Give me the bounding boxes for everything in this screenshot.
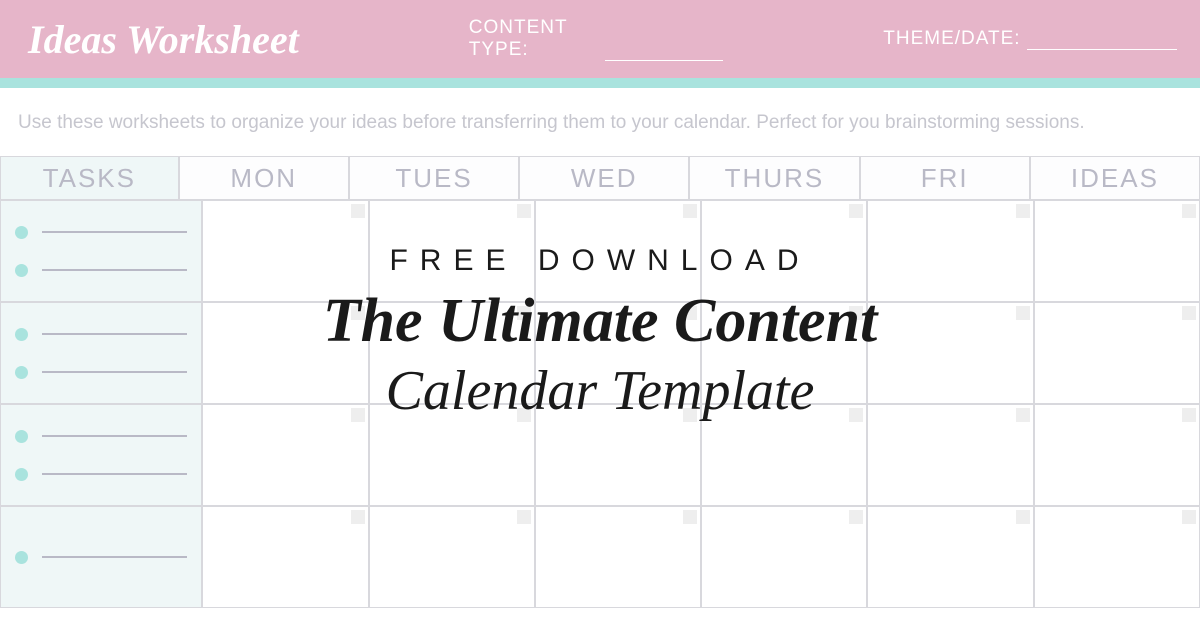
calendar-grid: TASKS MON TUES WED THURS FRI IDEAS xyxy=(0,156,1200,608)
body-row-3 xyxy=(0,404,1200,506)
worksheet-title: Ideas Worksheet xyxy=(28,16,299,63)
task-blank xyxy=(42,473,187,475)
day-cell xyxy=(535,302,701,404)
day-cell xyxy=(867,302,1033,404)
day-cell xyxy=(1034,506,1200,608)
corner-marker xyxy=(1182,306,1196,320)
body-row-1 xyxy=(0,200,1200,302)
corner-marker xyxy=(1016,510,1030,524)
body-row-2 xyxy=(0,302,1200,404)
day-cell xyxy=(202,302,368,404)
corner-marker xyxy=(683,204,697,218)
content-type-field: CONTENT TYPE: xyxy=(469,17,723,61)
task-blank xyxy=(42,269,187,271)
task-blank xyxy=(42,435,187,437)
day-cell xyxy=(867,200,1033,302)
col-tasks: TASKS xyxy=(0,156,179,200)
day-cell xyxy=(867,506,1033,608)
bullet-icon xyxy=(15,366,28,379)
task-line xyxy=(15,430,187,443)
task-blank xyxy=(42,231,187,233)
task-blank xyxy=(42,333,187,335)
day-cell xyxy=(701,200,867,302)
bullet-icon xyxy=(15,328,28,341)
col-tues: TUES xyxy=(349,156,519,200)
theme-date-blank xyxy=(1027,36,1177,50)
corner-marker xyxy=(1016,408,1030,422)
tasks-cell xyxy=(0,302,202,404)
corner-marker xyxy=(517,306,531,320)
task-line xyxy=(15,551,187,564)
content-type-blank xyxy=(605,47,724,61)
bullet-icon xyxy=(15,468,28,481)
header-row: TASKS MON TUES WED THURS FRI IDEAS xyxy=(0,156,1200,200)
instructions-text: Use these worksheets to organize your id… xyxy=(0,88,1200,154)
day-cell xyxy=(202,404,368,506)
body-row-4 xyxy=(0,506,1200,608)
col-ideas: IDEAS xyxy=(1030,156,1200,200)
content-type-label: CONTENT TYPE: xyxy=(469,17,599,61)
corner-marker xyxy=(1182,408,1196,422)
corner-marker xyxy=(1182,510,1196,524)
day-cell xyxy=(701,404,867,506)
tasks-cell xyxy=(0,404,202,506)
task-line xyxy=(15,366,187,379)
corner-marker xyxy=(849,204,863,218)
task-line xyxy=(15,328,187,341)
bullet-icon xyxy=(15,226,28,239)
corner-marker xyxy=(1016,204,1030,218)
col-wed: WED xyxy=(519,156,689,200)
day-cell xyxy=(369,200,535,302)
tasks-cell xyxy=(0,506,202,608)
day-cell xyxy=(369,506,535,608)
theme-date-label: THEME/DATE: xyxy=(883,28,1020,50)
worksheet-header: Ideas Worksheet CONTENT TYPE: THEME/DATE… xyxy=(0,0,1200,78)
day-cell xyxy=(535,506,701,608)
bullet-icon xyxy=(15,264,28,277)
corner-marker xyxy=(683,510,697,524)
bullet-icon xyxy=(15,551,28,564)
corner-marker xyxy=(849,408,863,422)
corner-marker xyxy=(517,204,531,218)
col-fri: FRI xyxy=(860,156,1030,200)
corner-marker xyxy=(351,408,365,422)
corner-marker xyxy=(351,510,365,524)
day-cell xyxy=(369,404,535,506)
day-cell xyxy=(202,200,368,302)
tasks-cell xyxy=(0,200,202,302)
task-line xyxy=(15,264,187,277)
corner-marker xyxy=(683,306,697,320)
corner-marker xyxy=(1016,306,1030,320)
theme-date-field: THEME/DATE: xyxy=(883,28,1176,50)
day-cell xyxy=(1034,404,1200,506)
corner-marker xyxy=(683,408,697,422)
task-blank xyxy=(42,371,187,373)
day-cell xyxy=(867,404,1033,506)
task-line xyxy=(15,468,187,481)
corner-marker xyxy=(351,204,365,218)
corner-marker xyxy=(351,306,365,320)
task-blank xyxy=(42,556,187,558)
day-cell xyxy=(701,506,867,608)
corner-marker xyxy=(849,510,863,524)
accent-bar xyxy=(0,78,1200,88)
corner-marker xyxy=(849,306,863,320)
corner-marker xyxy=(1182,204,1196,218)
day-cell xyxy=(202,506,368,608)
corner-marker xyxy=(517,408,531,422)
bullet-icon xyxy=(15,430,28,443)
day-cell xyxy=(701,302,867,404)
day-cell xyxy=(369,302,535,404)
corner-marker xyxy=(517,510,531,524)
day-cell xyxy=(535,200,701,302)
col-mon: MON xyxy=(179,156,349,200)
day-cell xyxy=(535,404,701,506)
col-thurs: THURS xyxy=(689,156,859,200)
task-line xyxy=(15,226,187,239)
day-cell xyxy=(1034,302,1200,404)
day-cell xyxy=(1034,200,1200,302)
